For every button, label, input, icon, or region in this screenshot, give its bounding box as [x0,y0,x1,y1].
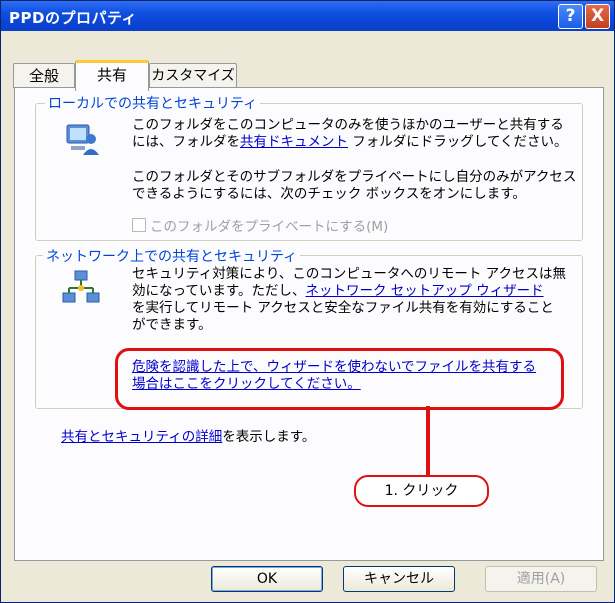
properties-window: PPDのプロパティ ? X 全般 共有 カスタマイズ ローカルでの共有とセキュリ… [0,0,615,603]
local-sharing-title: ローカルでの共有とセキュリティ [45,93,261,113]
network-text-line2-pre: 効になっています。ただし、 [132,283,306,299]
click-annotation: 1. クリック [354,475,489,507]
tab-general[interactable]: 全般 [13,63,75,88]
details-text: 共有とセキュリティの詳細を表示します。 [61,429,315,446]
local-text-line4: できるようにするには、次のチェック ボックスをオンにします。 [132,186,526,202]
ok-button[interactable]: OK [211,566,323,592]
help-button[interactable]: ? [558,4,583,29]
tab-customize[interactable]: カスタマイズ [149,63,237,88]
network-text-line2: 効になっています。ただし、ネットワーク セットアップ ウィザード [132,283,544,300]
make-private-label: このフォルダをプライベートにする(M) [150,219,389,235]
apply-button[interactable]: 適用(A) [485,566,597,592]
network-setup-wizard-link[interactable]: ネットワーク セットアップ ウィザード [305,283,543,299]
cancel-button[interactable]: キャンセル [343,566,455,592]
network-text-line3: を実行してリモート アクセスと安全なファイル共有を有効にすること [132,300,554,316]
network-sharing-title: ネットワーク上での共有とセキュリティ [43,246,301,266]
local-text-line2: には、フォルダを共有ドキュメント フォルダにドラッグしてください。 [132,134,567,151]
local-text-line3: このフォルダとそのサブフォルダをプライベートにし自分のみがアクセス [132,169,577,185]
shared-documents-link[interactable]: 共有ドキュメント [240,134,348,150]
close-button[interactable]: X [585,4,610,29]
window-title: PPDのプロパティ [9,9,138,27]
network-text-line4: ができます。 [132,317,212,333]
network-icon [62,270,100,303]
local-text-line2-post: フォルダにドラッグしてください。 [348,134,568,150]
details-suffix: を表示します。 [222,429,316,445]
sharing-security-details-link[interactable]: 共有とセキュリティの詳細 [61,429,222,445]
network-text-line1: セキュリティ対策により、このコンピュータへのリモート アクセスは無 [132,266,566,282]
callout-connector [426,406,430,476]
tab-sharing[interactable]: 共有 [75,60,149,91]
title-bar: PPDのプロパティ ? X [1,1,614,31]
local-text-line1: このフォルダをこのコンピュータのみを使うほかのユーザーと共有する [132,117,564,133]
local-text-line2-pre: には、フォルダを [132,134,240,150]
make-private-checkbox[interactable] [132,218,146,232]
users-computer-icon [66,124,99,155]
highlight-box [115,348,564,410]
